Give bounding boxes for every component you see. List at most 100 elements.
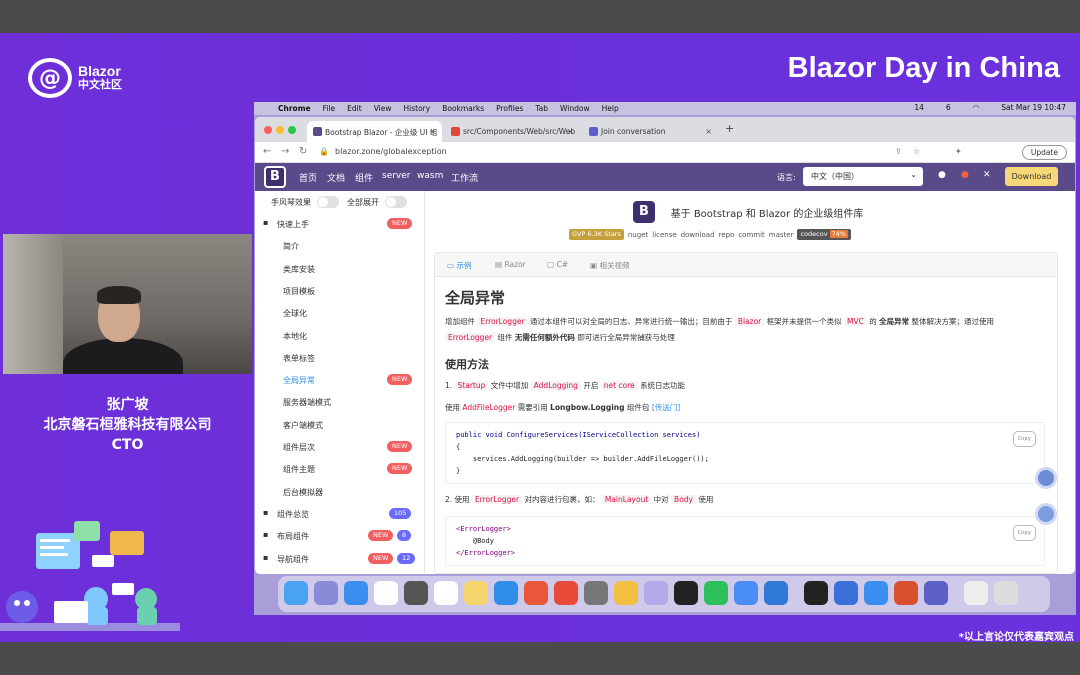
wifi-icon[interactable]: ◠: [973, 103, 980, 112]
share-icon[interactable]: ⇪: [895, 147, 902, 156]
menu-help[interactable]: Help: [602, 104, 619, 113]
sidebar-item[interactable]: 组件主题 NEW: [255, 458, 425, 480]
commit-badge[interactable]: commit: [738, 231, 764, 239]
menu-edit[interactable]: Edit: [347, 104, 362, 113]
status-count-2[interactable]: 6: [946, 103, 951, 112]
expand-icon[interactable]: ✕: [983, 170, 991, 180]
nav-wasm[interactable]: wasm: [417, 171, 443, 181]
sidebar-item[interactable]: 表单标签: [255, 347, 425, 369]
gitee-icon[interactable]: ●: [961, 170, 969, 180]
powerpoint-icon[interactable]: [894, 581, 918, 605]
sidebar-item[interactable]: ▪ 快速上手 NEW: [255, 213, 425, 235]
remote-desktop-icon[interactable]: [524, 581, 548, 605]
menu-window[interactable]: Window: [560, 104, 590, 113]
finder-icon[interactable]: [284, 581, 308, 605]
devtools-icon[interactable]: [834, 581, 858, 605]
reload-icon[interactable]: ↻: [299, 146, 307, 157]
clock[interactable]: Sat Mar 19 10:47: [1001, 103, 1066, 112]
calculator-icon[interactable]: [404, 581, 428, 605]
notes-icon[interactable]: [464, 581, 488, 605]
nav-home[interactable]: 首页: [299, 171, 317, 184]
game-center-icon[interactable]: [644, 581, 668, 605]
app-store-icon[interactable]: [494, 581, 518, 605]
azure-icon[interactable]: [864, 581, 888, 605]
menu-app[interactable]: Chrome: [278, 104, 311, 113]
sidebar-item[interactable]: 客户端模式: [255, 414, 425, 436]
close-window-button[interactable]: [264, 126, 272, 134]
sidebar-item[interactable]: ▪ 布局组件 NEW 8: [255, 525, 425, 547]
nav-docs[interactable]: 文档: [327, 171, 345, 184]
qq-icon[interactable]: [674, 581, 698, 605]
sidebar-item[interactable]: ▪ 导航组件 NEW 12: [255, 548, 425, 570]
download-badge[interactable]: download: [681, 231, 715, 239]
menu-file[interactable]: File: [323, 104, 336, 113]
forward-icon[interactable]: →: [281, 146, 289, 157]
close-tab-icon[interactable]: ×: [429, 127, 436, 136]
update-button[interactable]: Update: [1021, 145, 1067, 160]
fork-icon[interactable]: [734, 581, 758, 605]
menu-view[interactable]: View: [374, 104, 392, 113]
master-badge[interactable]: master: [769, 231, 794, 239]
new-tab-icon[interactable]: +: [725, 122, 734, 135]
nav-server[interactable]: server: [382, 171, 411, 181]
netease-music-icon[interactable]: [554, 581, 578, 605]
launchpad-icon[interactable]: [314, 581, 338, 605]
sidebar-item[interactable]: 项目模板: [255, 280, 425, 302]
sidebar-item[interactable]: 全局异常 NEW: [255, 369, 425, 391]
chrome-icon[interactable]: [614, 581, 638, 605]
back-icon[interactable]: ←: [263, 146, 271, 157]
menu-profiles[interactable]: Profiles: [496, 104, 523, 113]
expand-all-toggle[interactable]: [385, 196, 407, 208]
sidebar-item[interactable]: 组件层次 NEW: [255, 436, 425, 458]
documents-icon[interactable]: [964, 581, 988, 605]
minimize-window-button[interactable]: [276, 126, 284, 134]
download-button[interactable]: Download: [1005, 167, 1058, 186]
license-badge[interactable]: license: [652, 231, 676, 239]
safari-icon[interactable]: [344, 581, 368, 605]
tab-csharp[interactable]: ▢ C#: [547, 260, 568, 269]
sidebar-item[interactable]: 后台模拟器: [255, 481, 425, 503]
nuget-badge[interactable]: nuget: [628, 231, 648, 239]
tab-razor[interactable]: ▤ Razor: [495, 260, 526, 269]
close-tab-icon[interactable]: ×: [705, 127, 712, 136]
reminders-icon[interactable]: [434, 581, 458, 605]
tab-join-conversation[interactable]: Join conversation ×: [583, 121, 718, 142]
status-count-1[interactable]: 14: [914, 103, 924, 112]
extensions-icon[interactable]: ✦: [955, 147, 962, 156]
repo-badge[interactable]: repo: [719, 231, 735, 239]
sidebar-item[interactable]: 本地化: [255, 325, 425, 347]
menu-bookmarks[interactable]: Bookmarks: [442, 104, 484, 113]
nav-workflow[interactable]: 工作流: [451, 171, 478, 184]
language-select[interactable]: 中文（中国） ⌄: [803, 167, 923, 186]
copy-button[interactable]: Copy: [1012, 431, 1036, 447]
settings-fab-icon[interactable]: [1035, 503, 1057, 525]
lock-icon[interactable]: 🔒: [319, 147, 329, 156]
tab-demo[interactable]: ▭ 示例: [447, 260, 471, 271]
gvp-badge[interactable]: GVP 6.3K Stars: [569, 229, 624, 240]
tab-github-src[interactable]: src/Components/Web/src/Web ×: [445, 121, 580, 142]
terminal-icon[interactable]: [804, 581, 828, 605]
sidebar-item[interactable]: 全球化: [255, 302, 425, 324]
vscode-icon[interactable]: [764, 581, 788, 605]
codecov-badge[interactable]: codecov 74%: [797, 229, 852, 240]
tab-bootstrap-blazor[interactable]: Bootstrap Blazor - 企业级 UI 组 ×: [307, 121, 442, 142]
accordion-toggle[interactable]: [317, 196, 339, 208]
teams-icon[interactable]: [924, 581, 948, 605]
bootstrap-blazor-logo[interactable]: B: [264, 166, 286, 188]
system-preferences-icon[interactable]: [584, 581, 608, 605]
url-field[interactable]: blazor.zone/globalexception: [335, 147, 447, 156]
portal-link[interactable]: [传送门]: [652, 403, 680, 412]
zoom-window-button[interactable]: [288, 126, 296, 134]
trash-icon[interactable]: [994, 581, 1018, 605]
github-icon[interactable]: ●: [938, 170, 946, 180]
theme-switch-icon[interactable]: [1035, 467, 1057, 489]
sidebar-item[interactable]: 简介: [255, 235, 425, 257]
menu-tab[interactable]: Tab: [535, 104, 548, 113]
sidebar-item[interactable]: ▪ 组件总览 105: [255, 503, 425, 525]
sidebar-item[interactable]: 类库安装: [255, 258, 425, 280]
tab-videos[interactable]: ▣ 相关视频: [590, 260, 629, 271]
nav-components[interactable]: 组件: [355, 171, 373, 184]
sidebar-item[interactable]: 服务器端模式: [255, 391, 425, 413]
copy-button[interactable]: Copy: [1012, 525, 1036, 541]
menu-history[interactable]: History: [404, 104, 431, 113]
